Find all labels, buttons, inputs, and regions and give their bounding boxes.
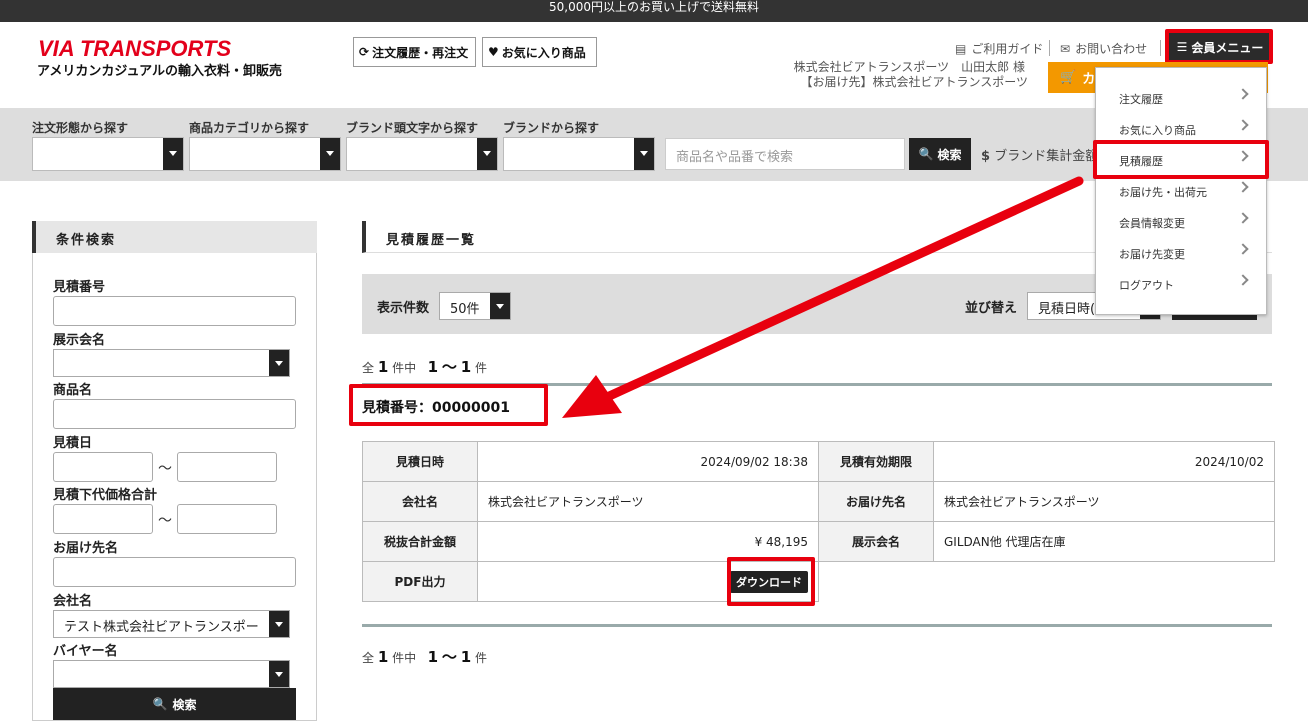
annotation-arrow [562,176,1084,418]
